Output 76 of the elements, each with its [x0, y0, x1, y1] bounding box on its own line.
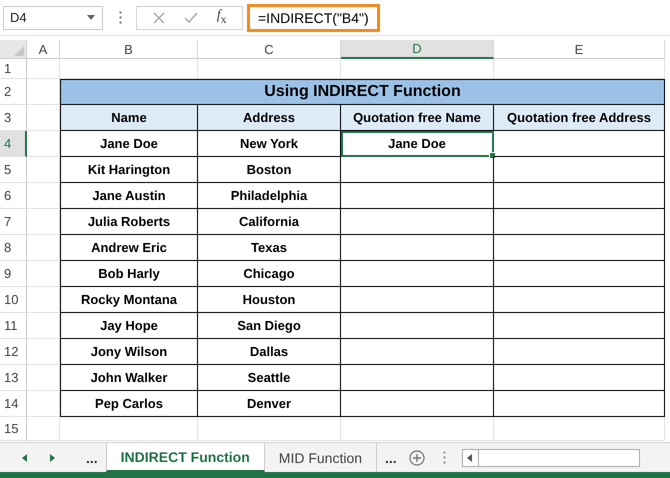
horizontal-scrollbar[interactable]	[462, 448, 640, 466]
name-box[interactable]: D4	[3, 6, 103, 30]
table-cell[interactable]: Jane Doe	[341, 131, 494, 157]
table-cell: San Diego	[198, 313, 341, 339]
empty-cell	[27, 339, 60, 365]
empty-cell	[27, 261, 60, 287]
formula-field[interactable]: =INDIRECT("B4")	[247, 4, 380, 32]
fill-handle[interactable]	[489, 152, 496, 159]
table-cell: Seattle	[198, 365, 341, 391]
more-options-icon[interactable]	[442, 451, 446, 464]
table-cell: Pep Carlos	[60, 391, 198, 417]
row-header[interactable]: 5	[0, 157, 27, 183]
empty-cell	[27, 157, 60, 183]
table-cell: Philadelphia	[198, 183, 341, 209]
row-header[interactable]: 12	[0, 339, 27, 365]
table-cell: Jony Wilson	[60, 339, 198, 365]
table-cell: New York	[198, 131, 341, 157]
cancel-icon[interactable]	[152, 12, 165, 24]
scroll-left-icon[interactable]	[466, 454, 472, 462]
empty-cell	[27, 313, 60, 339]
scroll-left-icon[interactable]	[22, 454, 27, 462]
table-cell: Jane Austin	[60, 183, 198, 209]
column-header[interactable]: E	[494, 40, 665, 59]
column-heading: Quotation free Name	[341, 105, 494, 131]
table-cell: Houston	[198, 287, 341, 313]
more-sheets-button[interactable]: ...	[78, 450, 106, 466]
sheet-tab[interactable]: INDIRECT Function	[106, 443, 265, 472]
insert-function-button[interactable]: f$_{x}$	[216, 9, 226, 26]
more-sheets-button[interactable]: ...	[377, 450, 405, 466]
row-header[interactable]: 11	[0, 313, 27, 339]
table-cell: Dallas	[198, 339, 341, 365]
table-cell: California	[198, 209, 341, 235]
table-cell: Jane Doe	[60, 131, 198, 157]
table-cell: Kit Harington	[60, 157, 198, 183]
column-header[interactable]: C	[198, 40, 341, 59]
table-cell: John Walker	[60, 365, 198, 391]
column-heading: Address	[198, 105, 341, 131]
row-header[interactable]: 6	[0, 183, 27, 209]
empty-cell	[27, 235, 60, 261]
row-header[interactable]: 10	[0, 287, 27, 313]
add-sheet-icon[interactable]	[408, 450, 425, 466]
column-heading: Name	[60, 105, 198, 131]
table-cell: Rocky Montana	[60, 287, 198, 313]
column-header[interactable]: D	[341, 40, 494, 59]
column-header[interactable]: B	[60, 40, 198, 59]
table-cell: Chicago	[198, 261, 341, 287]
row-header[interactable]: 2	[0, 79, 27, 105]
column-heading: Quotation free Address	[494, 105, 665, 131]
empty-cell	[27, 365, 60, 391]
table-cell: Denver	[198, 391, 341, 417]
row-header[interactable]: 7	[0, 209, 27, 235]
table-cell: Andrew Eric	[60, 235, 198, 261]
more-options-icon[interactable]	[119, 11, 122, 24]
checkmark-icon[interactable]	[184, 12, 198, 23]
empty-cell	[27, 391, 60, 417]
row-header[interactable]: 8	[0, 235, 27, 261]
empty-cell	[27, 417, 60, 441]
row-header[interactable]: 13	[0, 365, 27, 391]
row-header[interactable]: 4	[0, 131, 27, 157]
column-header[interactable]: A	[27, 40, 60, 59]
table-cell: Jay Hope	[60, 313, 198, 339]
dropdown-icon[interactable]	[87, 15, 95, 20]
empty-cell	[27, 209, 60, 235]
scroll-right-icon[interactable]	[50, 454, 55, 462]
table-cell: Julia Roberts	[60, 209, 198, 235]
empty-cell	[27, 183, 60, 209]
row-header[interactable]: 9	[0, 261, 27, 287]
table-cell: Boston	[198, 157, 341, 183]
table-cell: Texas	[198, 235, 341, 261]
row-header[interactable]: 1	[0, 59, 27, 79]
empty-cell	[27, 59, 60, 79]
empty-cell	[27, 287, 60, 313]
table-cell: Bob Harly	[60, 261, 198, 287]
row-header[interactable]: 14	[0, 391, 27, 417]
row-header[interactable]: 15	[0, 417, 27, 441]
table-title: Using INDIRECT Function	[60, 79, 665, 105]
